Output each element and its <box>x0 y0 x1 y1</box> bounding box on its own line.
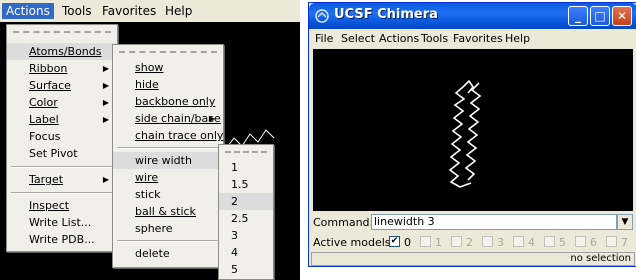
menu-favorites[interactable]: Favorites <box>98 3 160 19</box>
active-models-row: Active models: ✔ 0 1 2 3 4 5 6 7 <box>311 235 636 251</box>
submenu-arrow-icon: ▶ <box>102 64 109 73</box>
model-checkbox[interactable] <box>606 236 617 247</box>
menu-item-target[interactable]: Target ▶ <box>7 171 117 188</box>
menu-select[interactable]: Select <box>341 32 375 45</box>
maximize-icon: □ <box>594 9 606 23</box>
menu-help[interactable]: Help <box>505 32 530 45</box>
menu-help[interactable]: Help <box>161 3 196 19</box>
model-number-label: 4 <box>528 236 535 249</box>
menu-item-delete[interactable]: delete <box>113 245 223 262</box>
menu-item-sphere[interactable]: sphere <box>113 220 223 237</box>
minimize-button[interactable]: _ <box>568 6 588 26</box>
submenu-arrow-icon: ▶ <box>102 81 109 90</box>
submenu-arrow-icon: ▶ <box>102 98 109 107</box>
command-row: Command: linewidth 3 ▼ <box>311 214 636 232</box>
tear-off-line[interactable] <box>13 31 111 33</box>
model-number-label: 6 <box>590 236 597 249</box>
model-checkbox[interactable] <box>420 236 431 247</box>
menu-item-wire[interactable]: wire <box>113 169 223 186</box>
minimize-icon: _ <box>575 9 581 23</box>
wire-width-option[interactable]: 3 <box>219 227 273 244</box>
status-bar: no selection <box>311 252 635 266</box>
menu-item-surface[interactable]: Surface ▶ <box>7 77 117 94</box>
title-bar[interactable]: UCSF Chimera _ □ ✕ <box>309 3 636 29</box>
command-history-dropdown[interactable]: ▼ <box>617 214 633 230</box>
wire-width-submenu: 1 1.5 2 2.5 3 4 5 <box>218 144 274 280</box>
menu-item-hide[interactable]: hide <box>113 76 223 93</box>
model-number-label: 2 <box>466 236 473 249</box>
active-models-label: Active models: <box>313 236 395 249</box>
menu-tools[interactable]: Tools <box>58 3 96 19</box>
window-title: UCSF Chimera <box>334 7 438 22</box>
menu-item-ribbon[interactable]: Ribbon ▶ <box>7 60 117 77</box>
menu-item-atoms-bonds[interactable]: Atoms/Bonds <box>7 43 117 60</box>
menu-item-side-chain-base[interactable]: side chain/base ▶ <box>113 110 223 127</box>
menu-item-stick[interactable]: stick <box>113 186 223 203</box>
wire-width-option[interactable]: 5 <box>219 261 273 278</box>
model-number-label: 0 <box>404 236 411 249</box>
menu-item-wire-width[interactable]: wire width <box>113 152 223 169</box>
menu-actions[interactable]: Actions <box>379 32 419 45</box>
model-checkbox[interactable] <box>544 236 555 247</box>
model-number-label: 5 <box>559 236 566 249</box>
menu-screenshot-panel: Actions Tools Favorites Help Atoms/Bonds… <box>0 0 300 280</box>
maximize-button[interactable]: □ <box>590 6 610 26</box>
molecule-wireframe <box>448 79 482 188</box>
menu-item-write-list[interactable]: Write List... <box>7 214 117 231</box>
submenu-arrow-icon: ▶ <box>102 115 109 124</box>
wire-width-option[interactable]: 2 <box>219 193 273 210</box>
model-number-label: 7 <box>621 236 628 249</box>
model-number-label: 3 <box>497 236 504 249</box>
menu-favorites[interactable]: Favorites <box>453 32 503 45</box>
close-button[interactable]: ✕ <box>612 6 632 26</box>
model-checkbox[interactable]: ✔ <box>389 236 400 247</box>
menu-item-label[interactable]: Label ▶ <box>7 111 117 128</box>
model-checkbox[interactable] <box>482 236 493 247</box>
status-text: no selection <box>570 253 631 264</box>
graphics-viewport[interactable] <box>313 49 633 211</box>
menu-item-ball-stick[interactable]: ball & stick <box>113 203 223 220</box>
window-menubar: File Select Actions Tools Favorites Help <box>309 29 636 49</box>
submenu-arrow-icon: ▶ <box>208 114 215 123</box>
atoms-bonds-submenu: show hide backbone only side chain/base ▶… <box>112 44 224 268</box>
menu-item-write-pdb[interactable]: Write PDB... <box>7 231 117 248</box>
menu-tools[interactable]: Tools <box>421 32 448 45</box>
actions-menu: Atoms/Bonds Ribbon ▶ Surface ▶ Color ▶ Labe… <box>6 24 118 252</box>
menu-item-set-pivot[interactable]: Set Pivot <box>7 145 117 162</box>
submenu-arrow-icon: ▶ <box>102 175 109 184</box>
menu-item-focus[interactable]: Focus <box>7 128 117 145</box>
model-checkbox[interactable] <box>451 236 462 247</box>
command-input[interactable]: linewidth 3 <box>371 214 617 230</box>
menu-item-backbone-only[interactable]: backbone only <box>113 93 223 110</box>
close-icon: ✕ <box>616 9 628 23</box>
model-checkbox[interactable] <box>513 236 524 247</box>
chimera-logo-icon <box>315 9 329 23</box>
menu-separator <box>117 240 219 242</box>
chimera-window: UCSF Chimera _ □ ✕ File Select Actions T… <box>308 2 636 267</box>
menu-separator <box>117 147 219 149</box>
menu-separator <box>11 192 113 194</box>
menu-item-inspect[interactable]: Inspect <box>7 197 117 214</box>
wire-width-option[interactable]: 2.5 <box>219 210 273 227</box>
menu-item-chain-trace-only[interactable]: chain trace only <box>113 127 223 144</box>
model-number-label: 1 <box>435 236 442 249</box>
menu-item-color[interactable]: Color ▶ <box>7 94 117 111</box>
command-label: Command: <box>313 216 374 229</box>
tear-off-line[interactable] <box>119 51 217 53</box>
model-checkbox[interactable] <box>575 236 586 247</box>
wire-width-option[interactable]: 1.5 <box>219 176 273 193</box>
menu-item-show[interactable]: show <box>113 59 223 76</box>
chevron-down-icon: ▼ <box>621 217 629 227</box>
wire-width-option[interactable]: 4 <box>219 244 273 261</box>
menu-actions[interactable]: Actions <box>2 3 54 19</box>
menu-separator <box>11 166 113 168</box>
tear-off-line[interactable] <box>225 151 267 153</box>
menubar: Actions Tools Favorites Help <box>0 0 300 22</box>
menu-file[interactable]: File <box>315 32 333 45</box>
wire-width-option[interactable]: 1 <box>219 159 273 176</box>
